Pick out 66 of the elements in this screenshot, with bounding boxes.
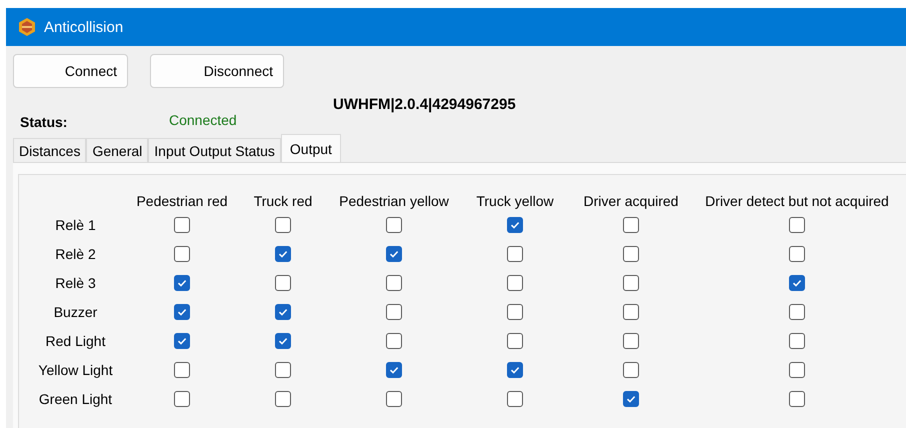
checkbox[interactable] [174, 362, 190, 378]
version-text: UWHFM|2.0.4|4294967295 [333, 96, 516, 113]
checkbox[interactable] [386, 275, 402, 291]
checkbox[interactable] [386, 391, 402, 407]
column-header: Truck red [252, 193, 314, 211]
checkbox[interactable] [789, 362, 805, 378]
column-header: Driver acquired [582, 193, 680, 211]
tab[interactable]: General [86, 138, 148, 162]
tab[interactable]: Output [280, 134, 341, 162]
checkbox[interactable] [174, 246, 190, 262]
row-label: Yellow Light [37, 361, 114, 380]
checkbox[interactable] [507, 391, 523, 407]
checkbox[interactable] [386, 333, 402, 349]
checkbox[interactable] [386, 246, 402, 262]
window-title: Anticollision [44, 18, 124, 36]
checkbox[interactable] [275, 275, 291, 291]
checkbox[interactable] [789, 246, 805, 262]
row-label: Relè 1 [54, 216, 97, 235]
checkbox[interactable] [507, 304, 523, 320]
column-header: Pedestrian red [135, 193, 229, 211]
row-label: Buzzer [52, 303, 98, 322]
checkbox[interactable] [386, 217, 402, 233]
tab[interactable]: Distances [13, 138, 86, 162]
checkbox[interactable] [275, 304, 291, 320]
checkbox[interactable] [275, 391, 291, 407]
checkbox[interactable] [789, 333, 805, 349]
checkbox[interactable] [507, 362, 523, 378]
checkbox[interactable] [275, 362, 291, 378]
checkbox[interactable] [623, 333, 639, 349]
row-label: Green Light [38, 390, 114, 409]
checkbox[interactable] [174, 333, 190, 349]
checkbox[interactable] [174, 391, 190, 407]
checkbox[interactable] [386, 304, 402, 320]
checkbox[interactable] [789, 275, 805, 291]
checkbox[interactable] [507, 246, 523, 262]
checkbox[interactable] [275, 333, 291, 349]
checkbox[interactable] [789, 391, 805, 407]
checkbox[interactable] [623, 246, 639, 262]
disconnect-button[interactable]: Disconnect [150, 54, 284, 88]
checkbox[interactable] [507, 275, 523, 291]
checkbox[interactable] [507, 333, 523, 349]
hexagon-logo-icon [18, 17, 36, 37]
checkbox[interactable] [623, 304, 639, 320]
checkbox[interactable] [789, 217, 805, 233]
checkbox[interactable] [386, 362, 402, 378]
connect-button[interactable]: Connect [13, 54, 128, 88]
checkbox[interactable] [174, 217, 190, 233]
row-label: Relè 2 [54, 245, 97, 264]
checkbox[interactable] [275, 217, 291, 233]
column-header: Driver detect but not acquired [704, 193, 890, 211]
status-label: Status: [20, 114, 68, 130]
status-value: Connected [169, 112, 237, 128]
tab[interactable]: Input Output Status [148, 138, 281, 162]
row-label: Relè 3 [54, 274, 97, 293]
checkbox[interactable] [507, 217, 523, 233]
checkbox[interactable] [623, 362, 639, 378]
column-header: Pedestrian yellow [338, 193, 450, 211]
row-label: Red Light [44, 332, 106, 351]
checkbox[interactable] [275, 246, 291, 262]
checkbox[interactable] [174, 304, 190, 320]
checkbox[interactable] [623, 391, 639, 407]
checkbox[interactable] [789, 304, 805, 320]
column-header: Truck yellow [475, 193, 555, 211]
checkbox[interactable] [623, 217, 639, 233]
checkbox[interactable] [623, 275, 639, 291]
checkbox[interactable] [174, 275, 190, 291]
